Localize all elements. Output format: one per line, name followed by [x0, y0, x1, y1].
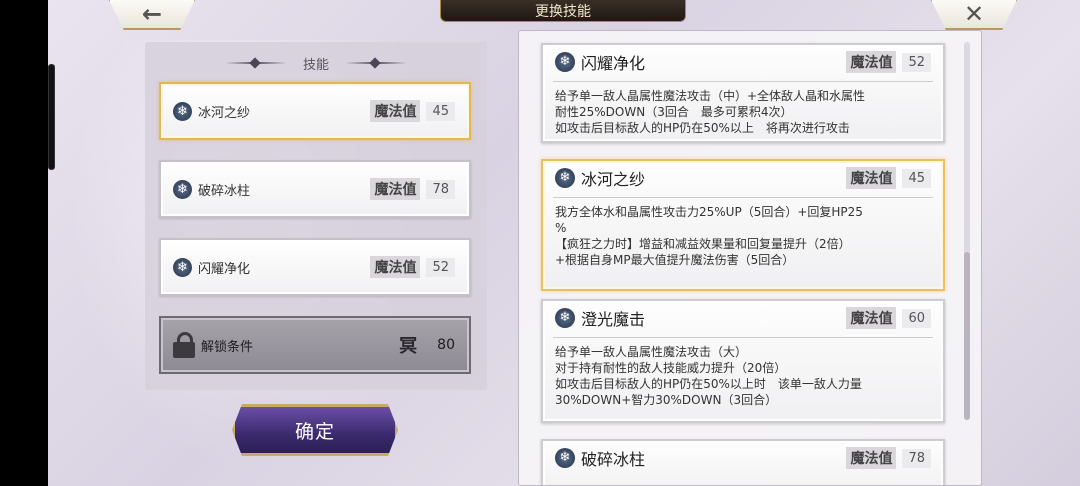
skill-name: 闪耀净化 [198, 261, 251, 277]
skill-slot-3[interactable]: ❄ 闪耀净化 魔法值 52 [159, 238, 471, 296]
skill-card-4[interactable]: ❄ 破碎冰柱 魔法值 78 [541, 439, 945, 485]
mp-value: 52 [426, 257, 455, 277]
mp-label: 魔法值 [846, 51, 897, 73]
skill-card-3[interactable]: ❄ 澄光魔击 魔法值 60 给予单一敌人晶属性魔法攻击（大） 对于持有耐性的敌人… [541, 299, 945, 423]
mp-label: 魔法值 [370, 256, 421, 278]
scrollbar-thumb[interactable] [964, 252, 970, 420]
mp-value: 78 [426, 179, 455, 199]
card-title: 澄光魔击 [581, 310, 646, 329]
scrollbar[interactable] [964, 42, 970, 420]
snowflake-icon: ❄ [555, 168, 575, 188]
mp-value: 78 [902, 448, 931, 468]
skill-name: 冰河之纱 [198, 105, 251, 121]
snowflake-icon: ❄ [555, 52, 575, 72]
card-description: 我方全体水和晶属性攻击力25%UP（5回合）+回复HP25 % 【疯狂之力时】增… [555, 205, 863, 267]
page-title: 更换技能 [440, 0, 686, 22]
skill-card-2[interactable]: ❄ 冰河之纱 魔法值 45 我方全体水和晶属性攻击力25%UP（5回合）+回复H… [541, 159, 945, 291]
ornament-left-icon [224, 60, 287, 66]
card-description: 给予单一敌人晶属性魔法攻击（中）+全体敌人晶和水属性 耐性25%DOWN（3回合… [555, 89, 866, 135]
mp-value: 52 [902, 52, 931, 72]
card-header: ❄ 破碎冰柱 魔法值 78 [555, 447, 931, 469]
mp-label: 魔法值 [846, 447, 897, 469]
ornament-right-icon [345, 60, 407, 66]
close-icon: ✕ [963, 0, 985, 28]
edge-bar [48, 64, 55, 170]
mp-value: 45 [902, 168, 931, 188]
lock-icon [173, 332, 195, 358]
unlock-value: 80 [437, 337, 455, 353]
card-title: 破碎冰柱 [581, 450, 646, 469]
card-title: 冰河之纱 [581, 170, 646, 189]
mp-value: 45 [426, 101, 455, 121]
panel-header: 技能 [145, 54, 487, 73]
skill-list-panel[interactable]: ❄ 闪耀净化 魔法值 52 给予单一敌人晶属性魔法攻击（中）+全体敌人晶和水属性… [518, 30, 982, 486]
snowflake-icon: ❄ [555, 308, 575, 328]
close-button[interactable]: ✕ [930, 0, 1018, 30]
locked-skill-slot[interactable]: 解锁条件 冥 80 [159, 316, 471, 374]
card-title: 闪耀净化 [581, 54, 646, 73]
card-header: ❄ 冰河之纱 魔法值 45 [555, 167, 931, 189]
skill-slot-2[interactable]: ❄ 破碎冰柱 魔法值 78 [159, 160, 471, 218]
divider [553, 197, 933, 198]
unlock-condition-label: 解锁条件 [201, 339, 254, 355]
mp-label: 魔法值 [370, 178, 421, 200]
confirm-button[interactable]: 确定 [232, 404, 398, 456]
mp-label: 魔法值 [370, 100, 421, 122]
snowflake-icon: ❄ [173, 257, 192, 277]
snowflake-icon: ❄ [173, 101, 192, 121]
card-header: ❄ 闪耀净化 魔法值 52 [555, 51, 931, 73]
mp-value: 60 [902, 308, 931, 328]
equipped-skills-panel: 技能 ❄ 冰河之纱 魔法值 45 ❄ 破碎冰柱 魔法值 78 ❄ 闪耀净化 魔法… [145, 42, 487, 390]
game-screen: ← 更换技能 ✕ 技能 ❄ 冰河之纱 魔法值 45 ❄ 破碎冰柱 魔法值 78 … [48, 0, 1080, 486]
skill-card-1[interactable]: ❄ 闪耀净化 魔法值 52 给予单一敌人晶属性魔法攻击（中）+全体敌人晶和水属性… [541, 43, 945, 143]
panel-title: 技能 [302, 57, 329, 73]
mp-label: 魔法值 [846, 167, 897, 189]
back-arrow-icon: ← [141, 0, 163, 28]
unlock-item-icon: 冥 [399, 336, 418, 357]
divider [553, 337, 933, 338]
snowflake-icon: ❄ [173, 179, 192, 199]
skill-name: 破碎冰柱 [198, 183, 251, 199]
card-description: 给予单一敌人晶属性魔法攻击（大） 对于持有耐性的敌人技能威力提升（20倍） 如攻… [555, 345, 862, 407]
snowflake-icon: ❄ [555, 448, 575, 468]
back-button[interactable]: ← [108, 0, 196, 30]
mp-label: 魔法值 [846, 307, 897, 329]
skill-slot-1[interactable]: ❄ 冰河之纱 魔法值 45 [159, 82, 471, 140]
divider [553, 81, 933, 82]
card-header: ❄ 澄光魔击 魔法值 60 [555, 307, 931, 329]
